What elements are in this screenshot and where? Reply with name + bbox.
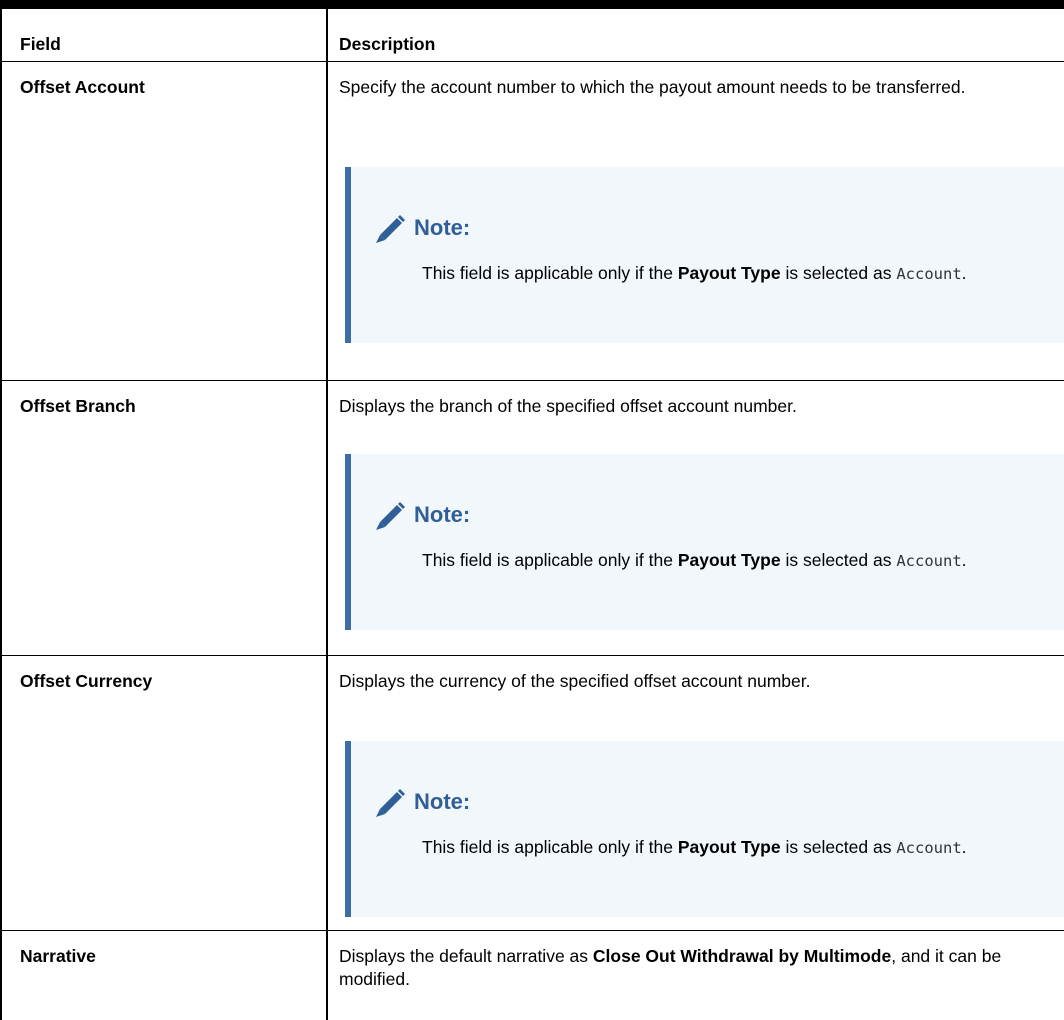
column-header-field: Field xyxy=(20,34,61,54)
pencil-icon xyxy=(376,215,405,243)
field-description: Displays the default narrative as Close … xyxy=(339,945,1039,991)
note-title: Note: xyxy=(414,502,471,527)
pencil-icon xyxy=(376,789,405,817)
note-header: Note: xyxy=(373,787,470,817)
field-description: Specify the account number to which the … xyxy=(339,77,966,97)
note-text-part: . xyxy=(961,837,967,857)
row-divider xyxy=(0,930,1064,931)
note-code-value: Account xyxy=(896,839,962,857)
field-name: Offset Account xyxy=(20,77,145,97)
field-name: Narrative xyxy=(20,946,96,966)
note-code-value: Account xyxy=(896,265,962,283)
row-divider xyxy=(0,655,1064,656)
header-row-divider xyxy=(0,61,1064,62)
field-name: Offset Branch xyxy=(20,396,136,416)
field-description: Displays the branch of the specified off… xyxy=(339,396,797,416)
note-text: This field is applicable only if the Pay… xyxy=(422,262,1022,286)
column-header-description: Description xyxy=(339,34,436,54)
note-bold-term: Payout Type xyxy=(677,550,781,570)
row-divider xyxy=(0,380,1064,381)
note-text-part: is selected as xyxy=(780,837,897,857)
note-box: Note: This field is applicable only if t… xyxy=(345,454,1064,630)
description-text-part: Displays the default narrative as xyxy=(339,946,593,966)
note-text: This field is applicable only if the Pay… xyxy=(422,836,1022,860)
note-header: Note: xyxy=(373,213,470,243)
note-text-part: is selected as xyxy=(780,263,897,283)
table-top-rule xyxy=(0,0,1064,9)
note-title: Note: xyxy=(414,789,471,814)
note-title: Note: xyxy=(414,215,471,240)
field-description: Displays the currency of the specified o… xyxy=(339,671,811,691)
note-text-part: This field is applicable only if the xyxy=(422,263,678,283)
note-box: Note: This field is applicable only if t… xyxy=(345,167,1064,343)
description-bold-term: Close Out Withdrawal by Multimode xyxy=(592,946,892,966)
note-text: This field is applicable only if the Pay… xyxy=(422,549,1022,573)
note-text-part: This field is applicable only if the xyxy=(422,550,678,570)
note-text-part: . xyxy=(961,263,967,283)
note-code-value: Account xyxy=(896,552,962,570)
note-text-part: This field is applicable only if the xyxy=(422,837,678,857)
table-left-border xyxy=(0,9,2,1020)
note-box: Note: This field is applicable only if t… xyxy=(345,741,1064,917)
note-text-part: . xyxy=(961,550,967,570)
table-column-divider xyxy=(326,9,328,1020)
note-bold-term: Payout Type xyxy=(677,837,781,857)
note-bold-term: Payout Type xyxy=(677,263,781,283)
note-text-part: is selected as xyxy=(780,550,897,570)
pencil-icon xyxy=(376,502,405,530)
note-header: Note: xyxy=(373,500,470,530)
field-name: Offset Currency xyxy=(20,671,153,691)
